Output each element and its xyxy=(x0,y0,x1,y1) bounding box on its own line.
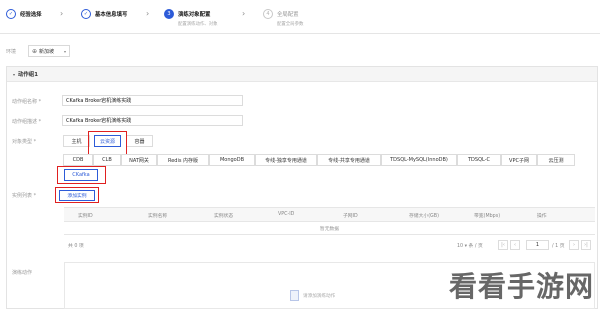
chevron-right-icon: › xyxy=(146,9,150,18)
tab-mongodb[interactable]: MongoDB xyxy=(209,154,255,166)
col-subnet-id: 子网ID xyxy=(343,214,358,219)
divider xyxy=(0,33,600,34)
step-3-label: 演练对象配置 xyxy=(178,12,211,18)
document-icon xyxy=(290,290,299,301)
tab-tdsql-mysql[interactable]: TDSQL-MySQL(InnoDB) xyxy=(381,154,457,166)
highlight-box xyxy=(55,187,99,203)
tab-dedicated-line[interactable]: 专线-独享专用通道 xyxy=(255,154,317,166)
action-label: 演练动作 xyxy=(12,270,33,276)
tab-host[interactable]: 主机 xyxy=(63,135,90,147)
env-select[interactable]: ⊕ 新加坡 ▾ xyxy=(28,45,70,57)
tab-cdb[interactable]: CDB xyxy=(63,154,93,166)
step-4[interactable]: 4 全局配置 配置全局参数 xyxy=(263,8,303,27)
watermark: 看看手游网 xyxy=(448,270,594,303)
group-desc-label: 动作组描述 * xyxy=(12,119,42,125)
instance-table-header: 实例ID 实例名称 实例状态 VPC-ID 子网ID 存储大小(GB) 带宽(M… xyxy=(64,207,595,222)
empty-state: 暂无数据 xyxy=(64,222,595,235)
object-type-label: 对象类型 * xyxy=(12,139,37,145)
tab-container[interactable]: 容器 xyxy=(126,135,153,147)
step-1-check-icon: ✓ xyxy=(6,9,16,19)
page-number-input[interactable]: 1 xyxy=(526,240,549,250)
tab-nat[interactable]: NAT网关 xyxy=(121,154,157,166)
step-2-label: 基本信息填写 xyxy=(95,12,128,18)
col-instance-id: 实例ID xyxy=(78,214,93,219)
collapse-icon[interactable]: ▾ xyxy=(13,72,15,77)
total-count: 共 0 项 xyxy=(68,244,84,249)
prev-page-button[interactable]: ‹ xyxy=(510,240,520,250)
step-4-sub: 配置全局参数 xyxy=(277,22,304,27)
action-empty-text: 请添加演练动作 xyxy=(303,293,336,299)
action-empty-state[interactable]: 请添加演练动作 xyxy=(290,290,335,301)
tab-tdsql-c[interactable]: TDSQL-C xyxy=(457,154,501,166)
step-2[interactable]: ✓ 基本信息填写 xyxy=(81,8,127,20)
group-name-input[interactable]: CKafka Broker宕机演练实践 xyxy=(62,95,243,106)
col-storage: 存储大小(GB) xyxy=(409,214,439,219)
col-instance-status: 实例状态 xyxy=(214,214,234,219)
instance-list-label: 实例列表 * xyxy=(12,193,37,199)
tab-clb[interactable]: CLB xyxy=(93,154,121,166)
tab-load-test[interactable]: 云压测 xyxy=(537,154,575,166)
group-desc-input[interactable]: CKafka Broker宕机演练实践 xyxy=(62,115,243,126)
stepper: ✓ 经验选择 › ✓ 基本信息填写 › 3 演练对象配置 配置演练动作、对象 ›… xyxy=(0,0,600,33)
step-1[interactable]: ✓ 经验选择 xyxy=(6,8,42,20)
step-4-number: 4 xyxy=(263,9,273,19)
next-page-button[interactable]: › xyxy=(569,240,579,250)
globe-icon: ⊕ xyxy=(32,47,38,55)
group-name-label: 动作组名称 * xyxy=(12,99,42,105)
highlight-box xyxy=(57,166,106,184)
step-3[interactable]: 3 演练对象配置 配置演练动作、对象 xyxy=(164,8,218,27)
chevron-down-icon: ▾ xyxy=(63,48,66,54)
action-group-header[interactable]: ▾ 动作组1 xyxy=(7,67,597,82)
step-4-label: 全局配置 xyxy=(277,12,299,18)
pagination: 共 0 项 10 ▾ 条 / 页 |‹ ‹ 1 / 1 页 › ›| xyxy=(64,237,595,253)
step-2-check-icon: ✓ xyxy=(81,9,91,19)
last-page-button[interactable]: ›| xyxy=(581,240,591,250)
first-page-button[interactable]: |‹ xyxy=(498,240,508,250)
col-vpc-id: VPC-ID xyxy=(278,212,295,217)
tab-redis[interactable]: Redis 内存版 xyxy=(157,154,209,166)
chevron-right-icon: › xyxy=(242,9,246,18)
col-actions: 操作 xyxy=(537,214,547,219)
page-size-select[interactable]: 10 ▾ 条 / 页 xyxy=(457,242,483,249)
chevron-right-icon: › xyxy=(60,9,64,18)
tab-vpc-subnet[interactable]: VPC子网 xyxy=(501,154,537,166)
page-total: / 1 页 xyxy=(552,244,565,249)
col-bandwidth: 带宽(Mbps) xyxy=(474,214,501,219)
env-value: 新加坡 xyxy=(39,48,55,55)
col-instance-name: 实例名称 xyxy=(148,214,168,219)
env-label: 环境 xyxy=(6,49,17,55)
highlight-box xyxy=(88,131,127,156)
step-1-label: 经验选择 xyxy=(20,12,42,18)
tab-shared-line[interactable]: 专线-共享专用通道 xyxy=(317,154,381,166)
step-3-sub: 配置演练动作、对象 xyxy=(178,22,218,27)
action-group-title: 动作组1 xyxy=(18,72,38,78)
step-3-number: 3 xyxy=(164,9,174,19)
